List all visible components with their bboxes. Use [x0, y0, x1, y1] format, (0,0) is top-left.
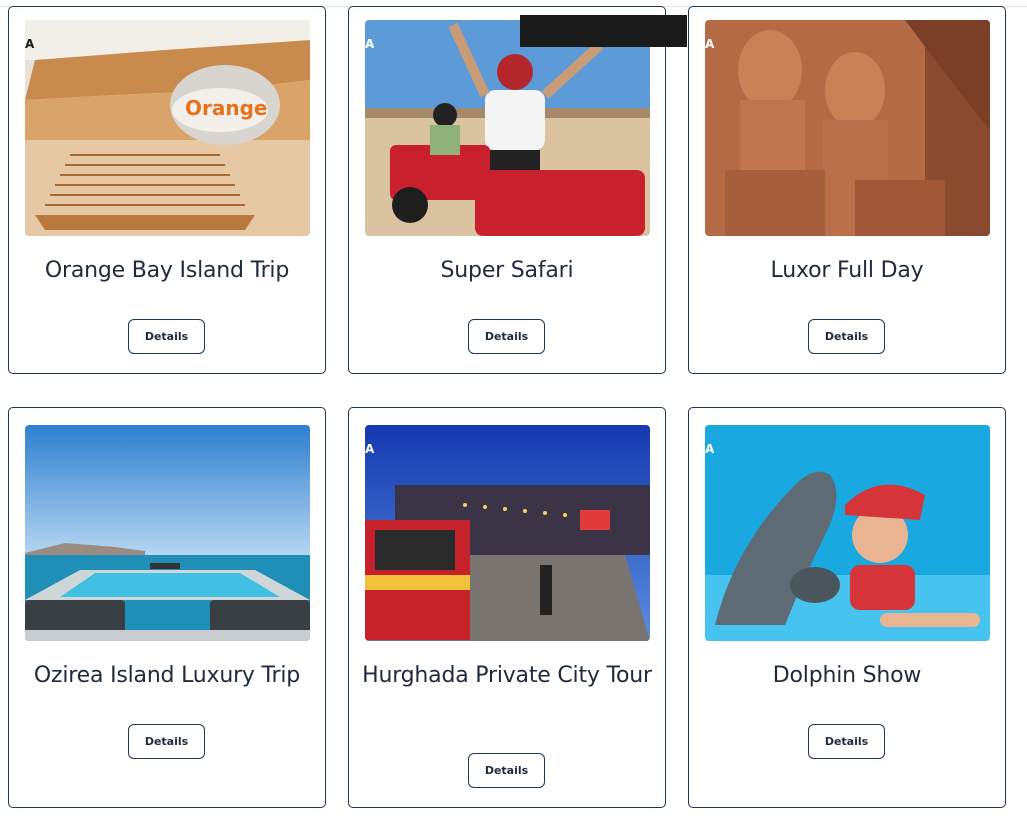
details-button[interactable]: Details — [808, 319, 885, 354]
trip-card-dolphin: A Dolphin Show Details — [688, 407, 1006, 808]
details-button[interactable]: Details — [468, 319, 545, 354]
image-logo-text: A — [705, 442, 715, 456]
trip-image-dolphin[interactable]: A — [705, 425, 990, 641]
details-button[interactable]: Details — [808, 724, 885, 759]
trip-card-orange-bay: Orange A Orange Bay Island Trip Details — [8, 6, 326, 374]
trip-title: Orange Bay Island Trip — [44, 258, 290, 283]
trip-card-super-safari: A Super Safari Details — [348, 6, 666, 374]
trip-image-super-safari[interactable]: A — [365, 20, 650, 236]
trip-title: Luxor Full Day — [770, 258, 924, 283]
image-logo-text: A — [705, 37, 715, 51]
trip-card-luxor: A Luxor Full Day Details — [688, 6, 1006, 374]
image-logo-text: A — [25, 37, 35, 51]
trip-card-hurghada: A Hurghada Private City Tour Details — [348, 407, 666, 808]
trip-image-luxor[interactable]: A — [705, 20, 990, 236]
trip-title: Ozirea Island Luxury Trip — [33, 663, 301, 688]
details-button[interactable]: Details — [468, 753, 545, 788]
trip-title: Dolphin Show — [772, 663, 922, 688]
redacted-block — [520, 15, 687, 47]
trip-title: Super Safari — [440, 258, 574, 283]
details-button[interactable]: Details — [128, 319, 205, 354]
image-logo-text: A — [365, 442, 375, 456]
orange-sign-text: Orange — [185, 96, 267, 120]
trip-card-ozirea: Ozirea Island Luxury Trip Details — [8, 407, 326, 808]
trip-image-hurghada[interactable]: A — [365, 425, 650, 641]
trip-image-ozirea[interactable] — [25, 425, 310, 641]
image-logo-text: A — [365, 37, 375, 51]
trip-image-orange-bay[interactable]: Orange A — [25, 20, 310, 236]
details-button[interactable]: Details — [128, 724, 205, 759]
trip-title: Hurghada Private City Tour — [362, 663, 652, 688]
